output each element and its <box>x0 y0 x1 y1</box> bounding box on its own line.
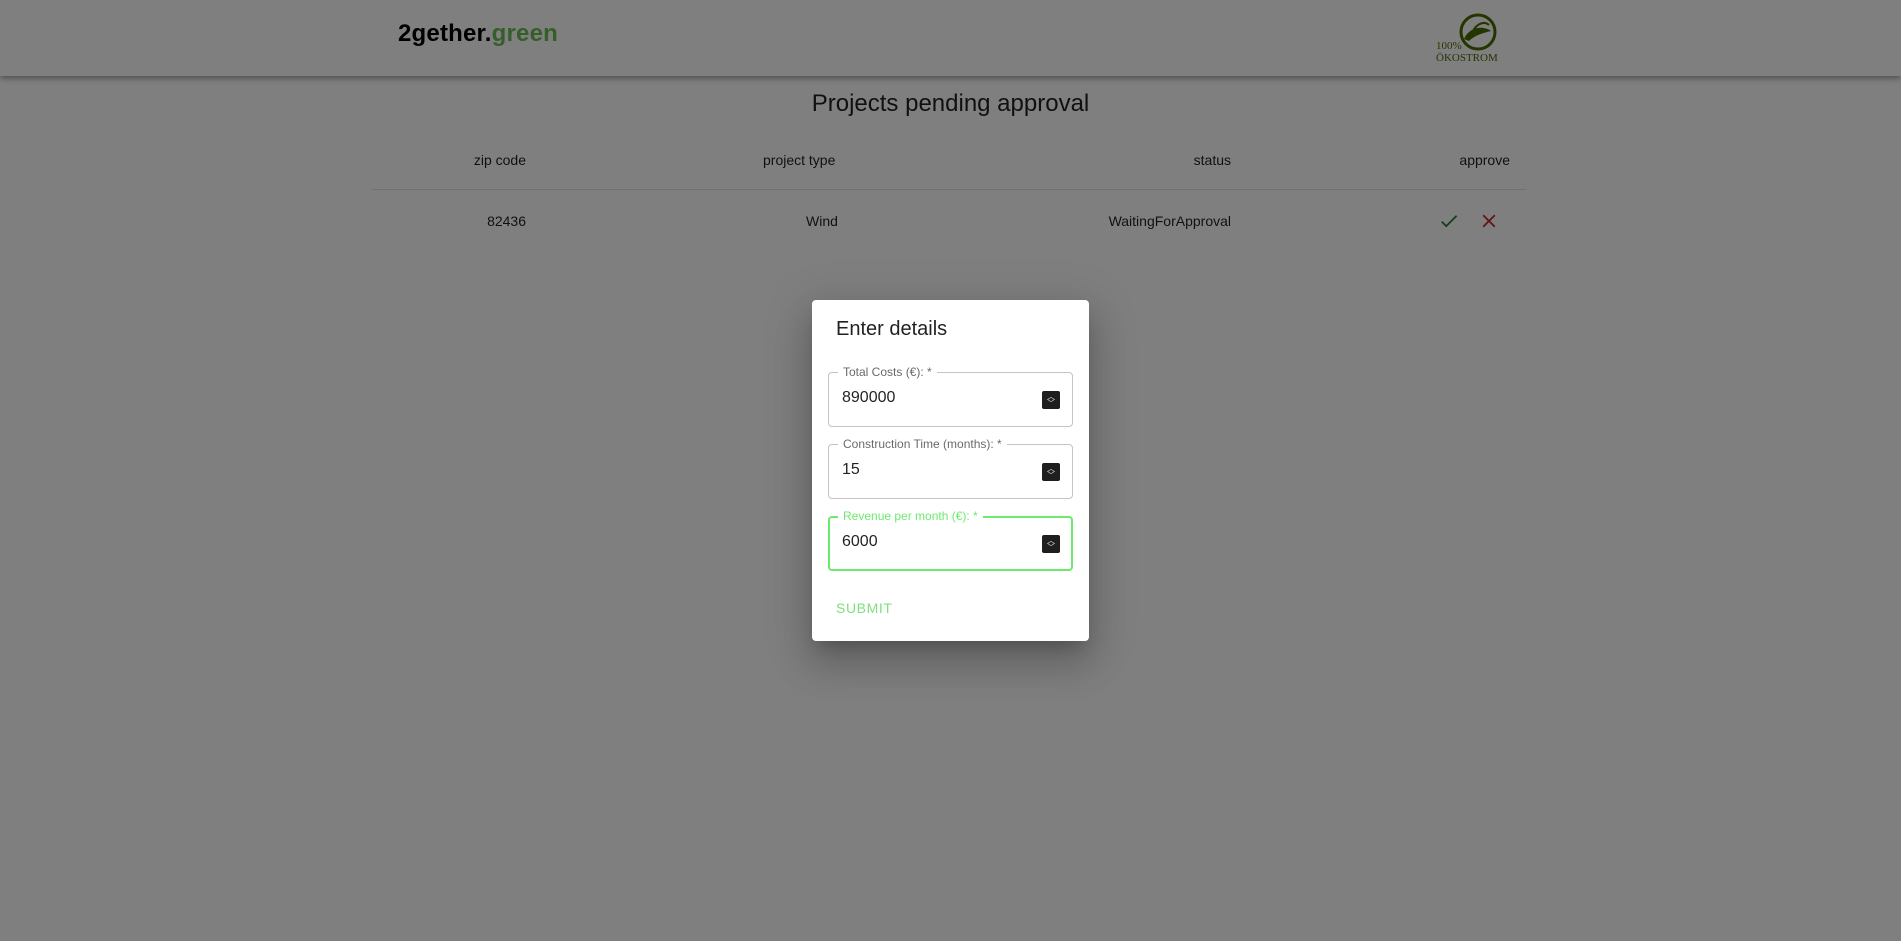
construction-time-field[interactable]: Construction Time (months): * ︿﹀ <box>828 437 1073 499</box>
spin-down-icon: ﹀ <box>1047 399 1055 408</box>
revenue-per-month-spinner[interactable]: ︿ ﹀ <box>1042 535 1060 553</box>
submit-button[interactable]: SUBMIT <box>834 596 895 620</box>
dialog-title: Enter details <box>836 318 948 340</box>
revenue-per-month-label: Revenue per month (€): * <box>838 509 983 523</box>
enter-details-dialog: Enter details Total Costs (€): * ︿﹀ Cons… <box>812 300 1089 641</box>
revenue-per-month-input[interactable] <box>842 533 1022 551</box>
construction-time-spinner[interactable]: ︿ ﹀ <box>1042 463 1060 481</box>
total-costs-spinner[interactable]: ︿ ﹀ <box>1042 391 1060 409</box>
revenue-per-month-field[interactable]: Revenue per month (€): * ︿﹀ <box>828 509 1073 571</box>
total-costs-field[interactable]: Total Costs (€): * ︿﹀ <box>828 365 1073 427</box>
construction-time-input[interactable] <box>842 461 1022 479</box>
construction-time-label: Construction Time (months): * <box>838 437 1007 451</box>
spin-down-icon: ﹀ <box>1047 543 1055 552</box>
total-costs-input[interactable] <box>842 389 1022 407</box>
total-costs-label: Total Costs (€): * <box>838 365 937 379</box>
spin-down-icon: ﹀ <box>1047 471 1055 480</box>
